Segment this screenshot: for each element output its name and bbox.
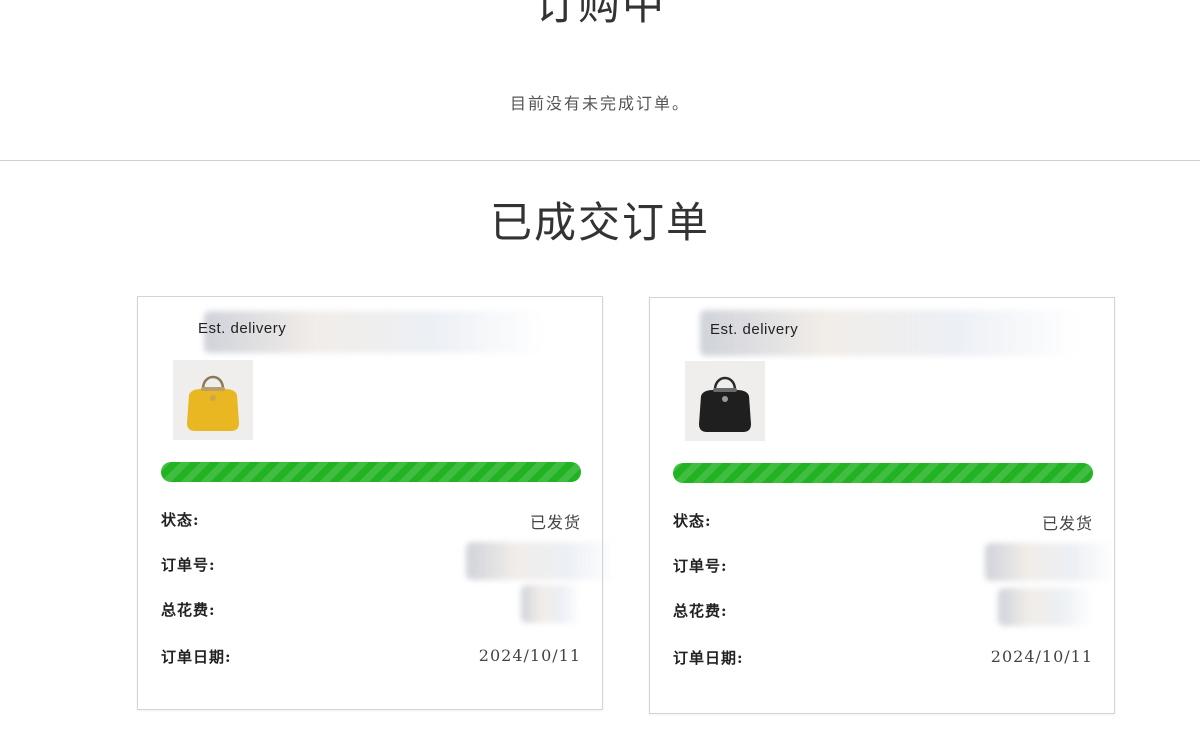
order-progress-bar [673,463,1093,483]
progress-fill [673,463,1093,483]
total-label: 总花费: [161,601,216,619]
order-date-value: 2024/10/11 [990,647,1093,666]
redacted-blur [985,543,1115,581]
status-value: 已发货 [1041,514,1093,533]
handbag-icon [699,376,751,432]
status-row: 状态: 已发货 [673,510,1093,533]
completed-orders-title: 已成交订单 [489,198,710,247]
total-row: 总花费: [673,588,1093,626]
order-date-value: 2024/10/11 [478,646,581,665]
redacted-blur [466,542,616,580]
order-date-label: 订单日期: [673,649,744,667]
order-date-label: 订单日期: [161,648,232,666]
order-card[interactable]: Est. delivery 状态: 已发货 订单号: 总花费: 订单日期: 20… [137,296,616,710]
order-card[interactable]: Est. delivery 状态: 已发货 订单号: 总花费: 订单日期: 20… [649,297,1115,714]
order-number-row: 订单号: [673,543,1115,581]
in-progress-title: 订购中 [533,0,666,29]
order-date-row: 订单日期: 2024/10/11 [161,646,581,668]
order-date-row: 订单日期: 2024/10/11 [673,647,1093,669]
status-row: 状态: 已发货 [161,509,581,532]
order-progress-bar [161,462,581,482]
status-value: 已发货 [529,513,581,532]
product-thumbnail[interactable] [173,360,253,440]
order-number-label: 订单号: [673,557,728,575]
status-label: 状态: [673,512,712,530]
total-row: 总花费: [161,585,581,623]
section-divider [0,160,1200,161]
redacted-blur [521,585,581,623]
est-delivery-label: Est. delivery [198,320,287,337]
total-label: 总花费: [673,602,728,620]
redacted-blur [998,588,1093,626]
handbag-icon [187,375,239,431]
product-thumbnail[interactable] [685,361,765,441]
est-delivery-label: Est. delivery [710,321,799,338]
order-number-row: 订单号: [161,542,616,580]
status-label: 状态: [161,511,200,529]
progress-fill [161,462,581,482]
order-number-label: 订单号: [161,556,216,574]
empty-orders-message: 目前没有未完成订单。 [509,94,690,113]
